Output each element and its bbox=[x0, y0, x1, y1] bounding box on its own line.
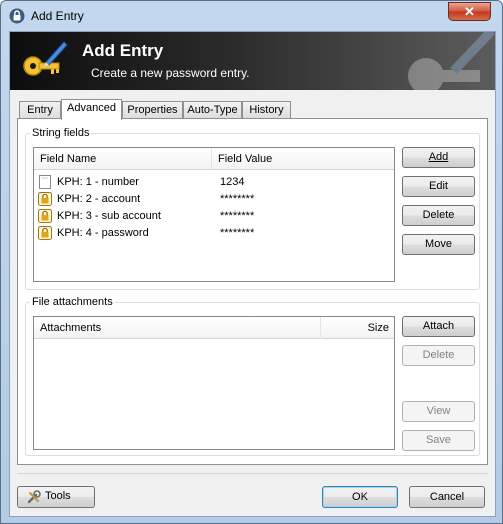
list-item[interactable]: KPH: 3 - sub account ******** bbox=[38, 208, 378, 225]
tab-history-label: History bbox=[249, 104, 284, 116]
tab-entry[interactable]: Entry bbox=[19, 101, 61, 119]
attachments-header: Attachments Size bbox=[34, 317, 394, 339]
lock-icon bbox=[38, 192, 52, 206]
dialog-client-area: Add Entry Create a new password entry. E… bbox=[9, 31, 496, 517]
column-field-value[interactable]: Field Value bbox=[212, 148, 395, 170]
field-name: KPH: 2 - account bbox=[57, 193, 141, 205]
lock-icon bbox=[38, 209, 52, 223]
key-pen-icon bbox=[23, 41, 68, 76]
delete-field-button[interactable]: Delete bbox=[402, 205, 475, 226]
field-value: ******** bbox=[220, 227, 255, 239]
lock-icon bbox=[38, 226, 52, 240]
field-name: KPH: 3 - sub account bbox=[57, 210, 161, 222]
view-button[interactable]: View bbox=[402, 401, 475, 422]
field-name: KPH: 4 - password bbox=[57, 227, 149, 239]
string-fields-header: Field Name Field Value bbox=[34, 148, 394, 170]
save-button[interactable]: Save bbox=[402, 430, 475, 451]
blank-document-icon bbox=[39, 175, 51, 189]
list-item[interactable]: KPH: 1 - number 1234 bbox=[38, 174, 378, 191]
tab-entry-label: Entry bbox=[27, 104, 53, 116]
banner-title: Add Entry bbox=[82, 41, 164, 60]
move-button[interactable]: Move bbox=[402, 234, 475, 255]
ok-button[interactable]: OK bbox=[322, 486, 398, 508]
tab-properties[interactable]: Properties bbox=[122, 101, 183, 119]
tab-advanced-label: Advanced bbox=[67, 102, 116, 114]
column-size[interactable]: Size bbox=[321, 317, 395, 339]
string-fields-list[interactable]: Field Name Field Value KPH: 1 - number 1… bbox=[33, 147, 395, 282]
keepass-lock-icon bbox=[9, 8, 25, 24]
close-icon: ✕ bbox=[464, 4, 475, 19]
column-attachments[interactable]: Attachments bbox=[34, 317, 321, 339]
string-fields-group: String fields Field Name Field Value KPH… bbox=[25, 127, 480, 290]
tab-auto-type[interactable]: Auto-Type bbox=[183, 101, 242, 119]
attach-button[interactable]: Attach bbox=[402, 316, 475, 337]
cancel-button[interactable]: Cancel bbox=[409, 486, 485, 508]
advanced-tab-panel: String fields Field Name Field Value KPH… bbox=[17, 118, 488, 465]
tab-advanced[interactable]: Advanced bbox=[61, 99, 122, 120]
close-button[interactable]: ✕ bbox=[448, 2, 491, 21]
tab-properties-label: Properties bbox=[127, 104, 178, 116]
file-attachments-label: File attachments bbox=[30, 296, 115, 308]
delete-attachment-button[interactable]: Delete bbox=[402, 345, 475, 366]
header-banner: Add Entry Create a new password entry. bbox=[10, 32, 495, 90]
file-attachments-group: File attachments Attachments Size Attach… bbox=[25, 296, 480, 456]
banner-subtitle: Create a new password entry. bbox=[91, 66, 250, 80]
field-value: ******** bbox=[220, 210, 255, 222]
edit-button[interactable]: Edit bbox=[402, 176, 475, 197]
footer-divider bbox=[17, 473, 488, 474]
add-entry-window: Add Entry ✕ Add Entry Create a new passw… bbox=[0, 0, 503, 524]
field-value: 1234 bbox=[220, 176, 245, 188]
string-fields-label: String fields bbox=[30, 127, 92, 139]
window-title: Add Entry bbox=[31, 9, 84, 23]
tab-auto-type-label: Auto-Type bbox=[187, 104, 238, 116]
tools-icon bbox=[27, 490, 41, 504]
column-field-name[interactable]: Field Name bbox=[34, 148, 212, 170]
title-bar: Add Entry ✕ bbox=[1, 1, 502, 31]
key-pen-watermark-icon bbox=[408, 32, 495, 90]
add-button[interactable]: Add bbox=[402, 147, 475, 168]
field-name: KPH: 1 - number bbox=[57, 176, 139, 188]
attachments-list[interactable]: Attachments Size bbox=[33, 316, 395, 450]
list-item[interactable]: KPH: 4 - password ******** bbox=[38, 225, 378, 242]
tab-history[interactable]: History bbox=[242, 101, 291, 119]
tools-button[interactable]: Tools bbox=[17, 486, 95, 508]
list-item[interactable]: KPH: 2 - account ******** bbox=[38, 191, 378, 208]
field-value: ******** bbox=[220, 193, 255, 205]
